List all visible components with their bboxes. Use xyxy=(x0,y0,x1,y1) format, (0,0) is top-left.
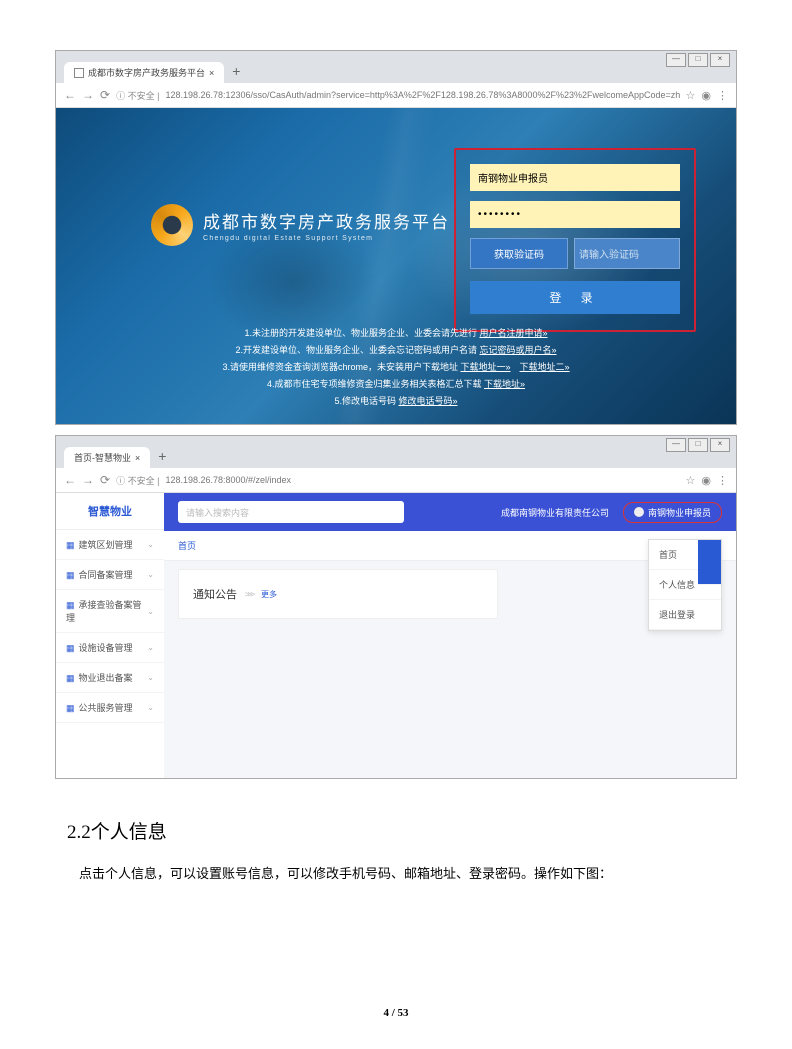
sidebar-item[interactable]: ▦设施设备管理⌄ xyxy=(56,633,164,663)
avatar-icon xyxy=(634,507,644,517)
bookmark-icon[interactable]: ☆ xyxy=(686,474,696,487)
menu-icon[interactable]: ⋮ xyxy=(717,89,728,102)
tip-link-register[interactable]: 用户名注册申请» xyxy=(480,328,548,338)
user-name: 南钢物业申报员 xyxy=(648,506,711,519)
chevron-down-icon: ⌄ xyxy=(147,570,154,579)
bookmark-icon[interactable]: ☆ xyxy=(686,89,696,102)
chevron-down-icon: ⌄ xyxy=(147,703,154,712)
tab-title: 首页-智慧物业 xyxy=(74,451,131,464)
sidebar: 智慧物业 ▦建筑区划管理⌄ ▦合同备案管理⌄ ▦承接查验备案管理⌄ ▦设施设备管… xyxy=(56,493,164,778)
security-warning: ⓘ 不安全 | xyxy=(116,474,159,487)
forward-icon[interactable]: → xyxy=(82,88,94,102)
menu-icon[interactable]: ⋮ xyxy=(717,474,728,487)
username-input[interactable] xyxy=(470,164,680,191)
url-text[interactable]: 128.198.26.78:8000/#/zel/index xyxy=(165,475,679,485)
page-icon xyxy=(74,68,84,78)
sidebar-title: 智慧物业 xyxy=(56,493,164,530)
sidebar-item[interactable]: ▦承接查验备案管理⌄ xyxy=(56,590,164,633)
sidebar-item[interactable]: ▦公共服务管理⌄ xyxy=(56,693,164,723)
login-button[interactable]: 登 录 xyxy=(470,281,680,314)
notice-panel: 通知公告 >>> 更多 xyxy=(178,569,498,619)
arrows-icon: >>> xyxy=(245,590,253,599)
new-tab-button[interactable]: + xyxy=(158,448,166,464)
new-tab-button[interactable]: + xyxy=(232,63,240,79)
doc-icon: ▦ xyxy=(66,673,75,683)
doc-icon: ▦ xyxy=(66,540,75,550)
password-input[interactable] xyxy=(470,201,680,228)
section-heading: 2.2个人信息 xyxy=(67,817,737,844)
chevron-down-icon: ⌄ xyxy=(147,643,154,652)
forward-icon[interactable]: → xyxy=(82,473,94,487)
sidebar-item[interactable]: ▦建筑区划管理⌄ xyxy=(56,530,164,560)
panel-title: 通知公告 xyxy=(193,586,237,602)
main-area: 请输入搜索内容 成都南钢物业有限责任公司 南钢物业申报员 首页 通知公告 >>>… xyxy=(164,493,736,778)
captcha-input[interactable]: 请输入验证码 xyxy=(574,238,680,269)
screenshot-dashboard: —□× 首页-智慧物业 × + ← → ⟳ ⓘ 不安全 | 128.198.26… xyxy=(55,435,737,779)
chevron-down-icon: ⌄ xyxy=(147,540,154,549)
reload-icon[interactable]: ⟳ xyxy=(100,88,110,102)
address-bar: ← → ⟳ ⓘ 不安全 | 128.198.26.78:12306/sso/Ca… xyxy=(56,83,736,108)
back-icon[interactable]: ← xyxy=(64,473,76,487)
panel-more-link[interactable]: 更多 xyxy=(261,589,277,600)
window-controls: —□× xyxy=(666,53,730,67)
security-warning: ⓘ 不安全 | xyxy=(116,89,159,102)
page-number: 4 / 53 xyxy=(55,1007,737,1019)
browser-tab[interactable]: 成都市数字房产政务服务平台 × xyxy=(64,62,224,83)
brand-subtitle: Chengdu digital Estate Support System xyxy=(203,235,450,242)
sidebar-item[interactable]: ▦物业退出备案⌄ xyxy=(56,663,164,693)
window-controls: —□× xyxy=(666,438,730,452)
address-bar: ← → ⟳ ⓘ 不安全 | 128.198.26.78:8000/#/zel/i… xyxy=(56,468,736,493)
screenshot-login: —□× 成都市数字房产政务服务平台 × + ← → ⟳ ⓘ 不安全 | 128.… xyxy=(55,50,737,425)
url-text[interactable]: 128.198.26.78:12306/sso/CasAuth/admin?se… xyxy=(165,90,679,100)
search-input[interactable]: 请输入搜索内容 xyxy=(178,501,404,523)
profile-icon[interactable]: ◉ xyxy=(701,89,711,102)
sidebar-item[interactable]: ▦合同备案管理⌄ xyxy=(56,560,164,590)
browser-tabbar: 首页-智慧物业 × + xyxy=(56,436,736,468)
logo-icon xyxy=(151,204,193,246)
brand: 成都市数字房产政务服务平台 Chengdu digital Estate Sup… xyxy=(151,204,450,246)
tip-link-dl3[interactable]: 下载地址» xyxy=(484,379,525,389)
doc-icon: ▦ xyxy=(66,600,75,610)
doc-icon: ▦ xyxy=(66,570,75,580)
tab-close-icon[interactable]: × xyxy=(135,453,140,463)
section-paragraph: 点击个人信息，可以设置账号信息，可以修改手机号码、邮箱地址、登录密码。操作如下图… xyxy=(79,862,737,887)
brand-title: 成都市数字房产政务服务平台 xyxy=(203,208,450,233)
chevron-down-icon: ⌄ xyxy=(147,607,154,616)
user-menu: 首页 个人信息 退出登录 xyxy=(648,539,722,631)
doc-icon: ▦ xyxy=(66,643,75,653)
browser-tab[interactable]: 首页-智慧物业 × xyxy=(64,447,150,468)
chevron-down-icon: ⌄ xyxy=(147,673,154,682)
tip-link-dl1[interactable]: 下载地址一» xyxy=(461,362,511,372)
back-icon[interactable]: ← xyxy=(64,88,76,102)
tab-close-icon[interactable]: × xyxy=(209,68,214,78)
login-form: 获取验证码 请输入验证码 登 录 xyxy=(454,148,696,332)
browser-tabbar: 成都市数字房产政务服务平台 × + xyxy=(56,51,736,83)
company-name: 成都南钢物业有限责任公司 xyxy=(501,506,609,519)
user-menu-logout[interactable]: 退出登录 xyxy=(649,600,721,630)
topbar: 请输入搜索内容 成都南钢物业有限责任公司 南钢物业申报员 xyxy=(164,493,736,531)
tip-link-dl2[interactable]: 下载地址二» xyxy=(520,362,570,372)
get-captcha-button[interactable]: 获取验证码 xyxy=(470,238,568,269)
tip-link-phone[interactable]: 修改电话号码» xyxy=(399,396,458,406)
profile-icon[interactable]: ◉ xyxy=(701,474,711,487)
tip-link-forgot[interactable]: 忘记密码或用户名» xyxy=(480,345,557,355)
user-pill[interactable]: 南钢物业申报员 xyxy=(623,502,722,523)
doc-icon: ▦ xyxy=(66,703,75,713)
tips-block: 1.未注册的开发建设单位、物业服务企业、业委会请先进行 用户名注册申请» 2.开… xyxy=(56,325,736,410)
tab-title: 成都市数字房产政务服务平台 xyxy=(88,66,205,79)
reload-icon[interactable]: ⟳ xyxy=(100,473,110,487)
